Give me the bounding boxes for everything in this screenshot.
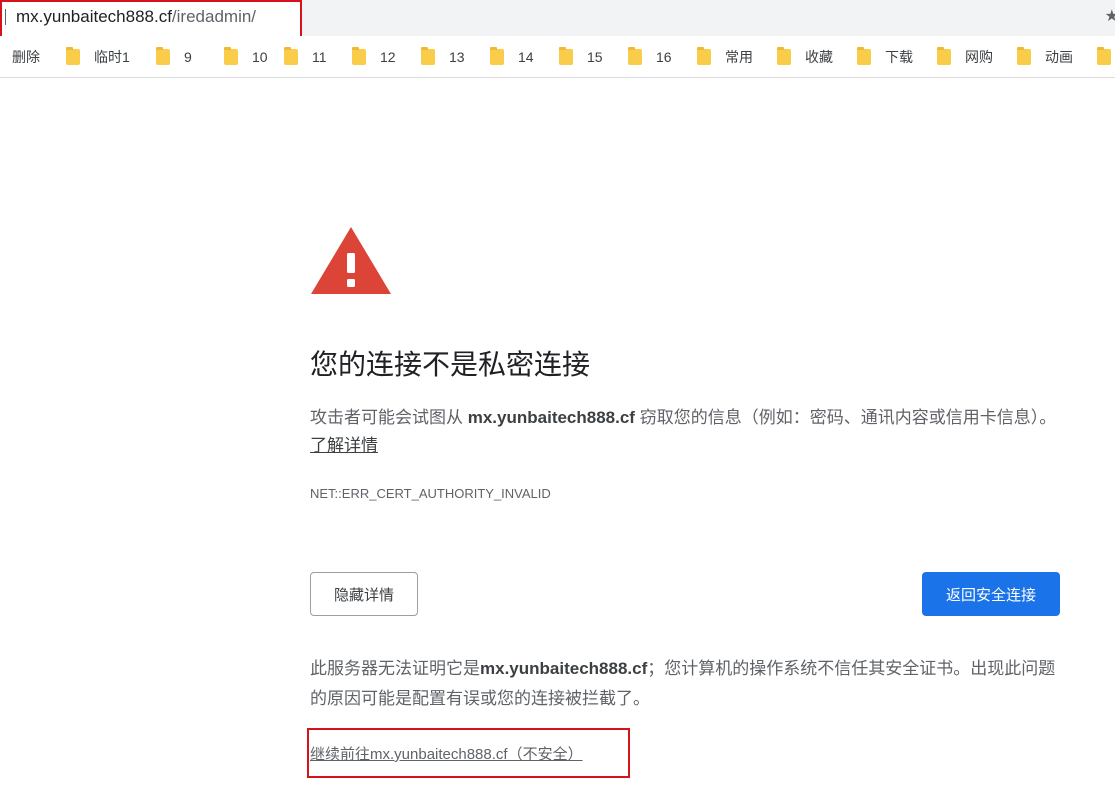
bookmark-item[interactable]: 临时1	[66, 36, 130, 78]
bookmark-label: 10	[252, 49, 268, 65]
bookmark-label: 16	[656, 49, 672, 65]
bookmark-item[interactable]: 10	[224, 36, 268, 78]
bookmark-label: 收藏	[805, 49, 833, 65]
bookmark-item[interactable]: 9	[156, 36, 192, 78]
explanation-text: 攻击者可能会试图从 mx.yunbaitech888.cf 窃取您的信息（例如：…	[310, 404, 1060, 460]
bookmark-label: 常用	[725, 49, 753, 65]
bookmark-item[interactable]: 13	[421, 36, 465, 78]
star-icon[interactable]: ★	[1105, 6, 1115, 26]
folder-icon	[1097, 47, 1111, 65]
bookmark-label: 9	[184, 49, 192, 65]
bookmarks-bar: 删除 临时1 9 10 11 12 13 14 15 16 常用 收藏 下载 网购 动画	[0, 36, 1115, 78]
bookmark-label: 网购	[965, 49, 993, 65]
bookmark-item[interactable]: 常用	[697, 36, 753, 78]
bookmark-label: 动画	[1045, 49, 1073, 65]
folder-icon	[421, 47, 435, 65]
back-to-safety-button[interactable]: 返回安全连接	[922, 572, 1060, 616]
proceed-unsafe-link[interactable]: 继续前往mx.yunbaitech888.cf（不安全）	[310, 745, 583, 765]
folder-icon	[1017, 47, 1031, 65]
warning-triangle-icon	[311, 227, 391, 294]
bookmark-item[interactable]: 12	[352, 36, 396, 78]
folder-icon	[628, 47, 642, 65]
folder-icon	[697, 47, 711, 65]
bookmark-label: 11	[312, 49, 327, 65]
folder-icon	[66, 47, 80, 65]
bookmark-item[interactable]: 收藏	[777, 36, 833, 78]
details-text: 此服务器无法证明它是mx.yunbaitech888.cf；您计算机的操作系统不…	[310, 654, 1070, 714]
page-title: 您的连接不是私密连接	[310, 349, 591, 380]
bookmark-item[interactable]: 动画	[1017, 36, 1073, 78]
bookmark-item[interactable]: 下载	[857, 36, 913, 78]
folder-icon	[777, 47, 791, 65]
bookmark-item[interactable]: 14	[490, 36, 534, 78]
folder-icon	[490, 47, 504, 65]
bookmark-item[interactable]: 删除	[12, 36, 40, 78]
bookmark-label: 15	[587, 49, 603, 65]
explanation-prefix: 攻击者可能会试图从	[310, 408, 468, 427]
url-host: mx.yunbaitech888.cf	[16, 7, 172, 26]
folder-icon	[284, 47, 298, 65]
folder-icon	[559, 47, 573, 65]
error-code: NET::ERR_CERT_AUTHORITY_INVALID	[310, 486, 551, 501]
folder-icon	[224, 47, 238, 65]
url-field[interactable]: mx.yunbaitech888.cf/iredadmin/	[16, 6, 256, 28]
folder-icon	[857, 47, 871, 65]
bookmark-label: 下载	[885, 49, 913, 65]
bookmark-item[interactable]: 15	[559, 36, 603, 78]
learn-more-link[interactable]: 了解详情	[310, 436, 378, 455]
explanation-suffix: 窃取您的信息（例如：密码、通讯内容或信用卡信息）。	[634, 408, 1057, 427]
details-host: mx.yunbaitech888.cf	[480, 659, 648, 678]
hide-details-button[interactable]: 隐藏详情	[310, 572, 418, 616]
bookmark-label: 13	[449, 49, 465, 65]
bookmark-item[interactable]: 11	[284, 36, 327, 78]
address-bar-area: mx.yunbaitech888.cf/iredadmin/ ★	[0, 0, 1115, 42]
bookmark-item[interactable]: 网购	[937, 36, 993, 78]
bookmark-label: 12	[380, 49, 396, 65]
explanation-host: mx.yunbaitech888.cf	[467, 408, 635, 427]
folder-icon	[352, 47, 366, 65]
bookmark-label: 删除	[12, 49, 40, 65]
folder-icon	[937, 47, 951, 65]
folder-icon	[156, 47, 170, 65]
bookmark-item[interactable]: 16	[628, 36, 672, 78]
bookmark-label: 14	[518, 49, 534, 65]
bookmark-overflow-item[interactable]	[1097, 36, 1115, 78]
details-prefix: 此服务器无法证明它是	[310, 659, 480, 678]
url-caret	[5, 9, 6, 25]
bookmark-label: 临时1	[94, 49, 130, 65]
url-path: /iredadmin/	[171, 7, 257, 26]
